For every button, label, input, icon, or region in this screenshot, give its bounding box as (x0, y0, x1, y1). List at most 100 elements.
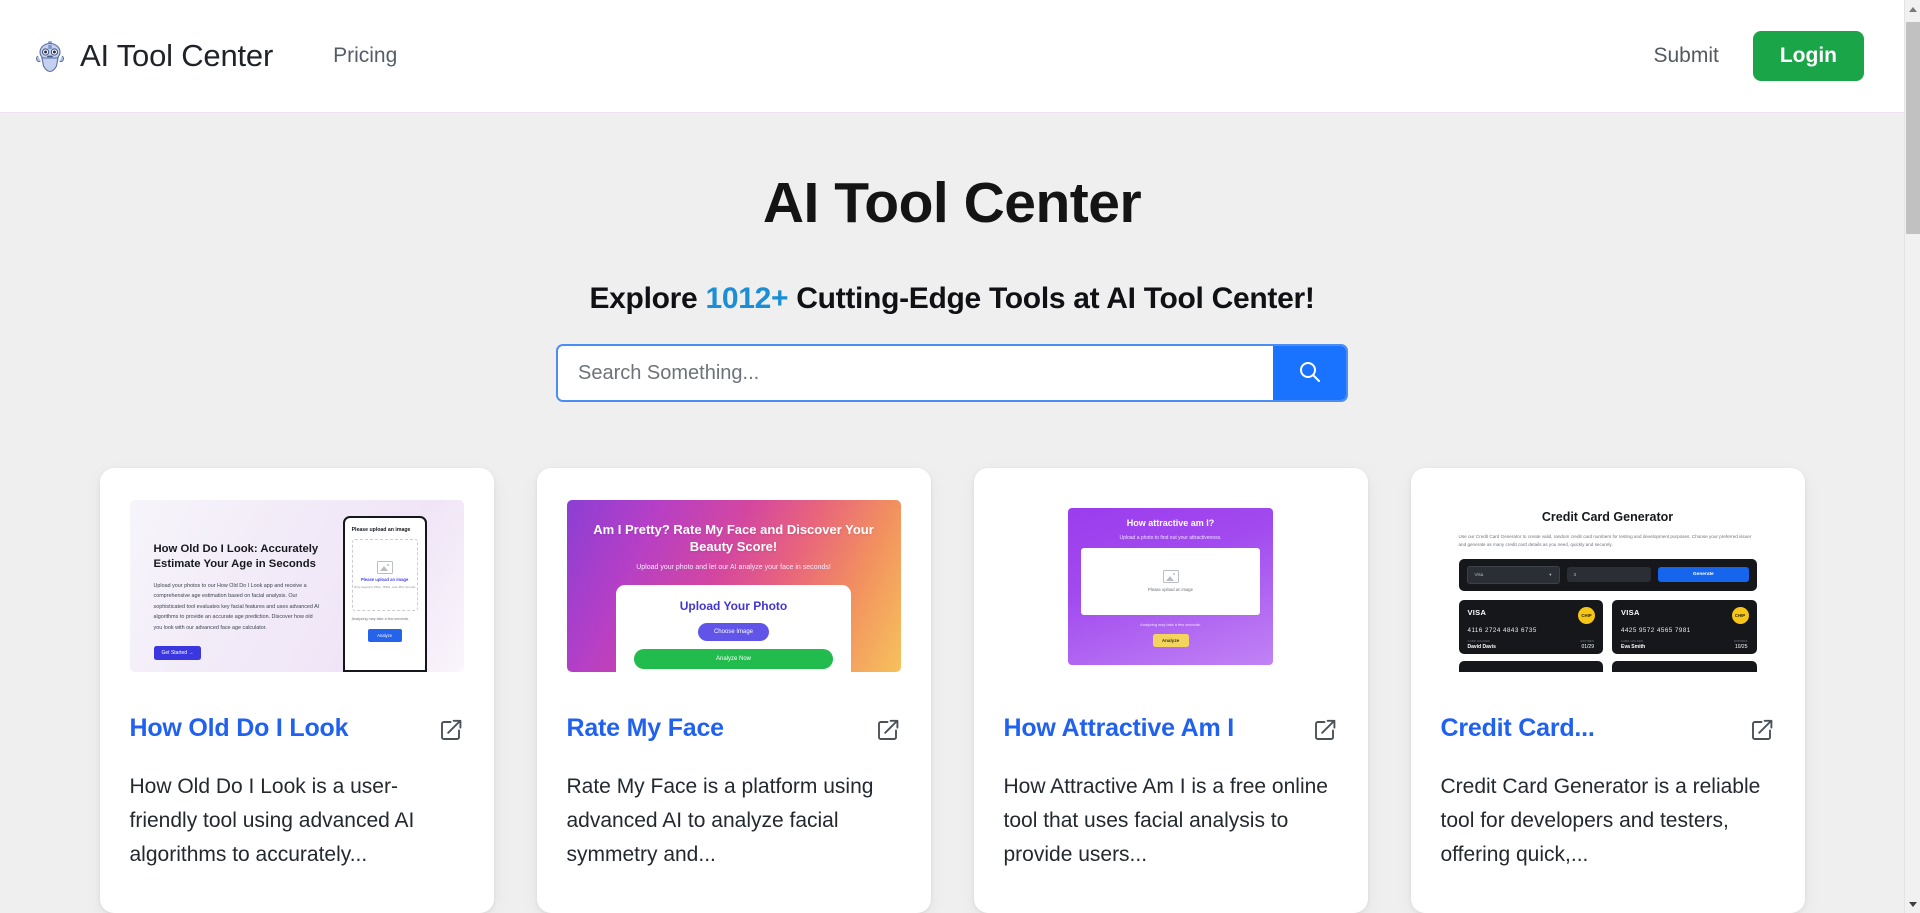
card-title[interactable]: Rate My Face (567, 714, 725, 743)
thumb-drop-title: Please upload an image (1148, 587, 1193, 592)
external-link-icon[interactable] (875, 717, 901, 748)
thumb-credit-card-partial (1612, 660, 1757, 672)
chip-icon: CHIP (1578, 606, 1595, 624)
external-link-icon[interactable] (438, 717, 464, 748)
thumb-heading: Credit Card Generator (1541, 510, 1674, 524)
image-placeholder-icon (1162, 570, 1179, 583)
card-title[interactable]: Credit Card... (1441, 714, 1595, 743)
thumb-note: Analyzing may take a few seconds. (351, 617, 410, 621)
card-expires-label: EXPIRES (1580, 639, 1594, 643)
search-input[interactable] (558, 346, 1273, 400)
card-holder-label: CARD HOLDER (1467, 639, 1490, 643)
tool-count: 1012+ (705, 282, 789, 315)
card-number: 4116 2724 4843 6735 (1467, 626, 1537, 634)
page-viewport: AI Tool Center Pricing Submit Login AI T… (0, 0, 1920, 913)
external-link-icon[interactable] (1749, 717, 1775, 748)
thumb-dropzone: Please upload an image (1081, 547, 1260, 615)
card-thumbnail: How Old Do I Look: Accurately Estimate Y… (129, 500, 464, 672)
thumb-drop-subtitle: Only supports PNG, JPEG, and JPG formats (353, 584, 416, 589)
thumb-panel-heading: Upload Your Photo (679, 599, 788, 614)
thumb-issuer-value: Visa (1474, 572, 1484, 578)
card-holder-label: CARD HOLDER (1621, 639, 1644, 643)
card-thumbnail: How attractive am I? Upload a photo to f… (1003, 500, 1338, 672)
thumb-card-list: VISA CHIP 4116 2724 4843 6735 CARD HOLDE… (1458, 599, 1757, 654)
thumb-quantity-input: 3 (1566, 567, 1652, 583)
nav-item-pricing[interactable]: Pricing (333, 44, 397, 68)
thumb-upload-panel: Upload Your Photo Choose Image Analyze N… (616, 585, 851, 672)
card-description: How Old Do I Look is a user-friendly too… (129, 775, 415, 867)
thumb-note: Analyzing may take a few seconds. (1140, 621, 1201, 627)
card-expires-value: 01/29 (1581, 643, 1594, 650)
card-title[interactable]: How Attractive Am I (1004, 714, 1235, 743)
hero-subtitle-before: Explore (589, 282, 706, 315)
tool-card-credit-card-generator[interactable]: Credit Card Generator Use our Credit Car… (1410, 468, 1805, 913)
page-scrollbar[interactable] (1904, 0, 1920, 913)
thumb-subheading: Upload a photo to find out your attracti… (1119, 534, 1222, 541)
chevron-down-icon: ▾ (1549, 571, 1552, 577)
card-holder-name: David Davis (1467, 643, 1496, 650)
hero-subtitle-after: Cutting-Edge Tools at AI Tool Center! (788, 282, 1315, 315)
main-nav: Pricing (333, 44, 397, 68)
tool-card-how-old-do-i-look[interactable]: How Old Do I Look: Accurately Estimate Y… (99, 468, 494, 913)
thumb-copy: How Old Do I Look: Accurately Estimate Y… (130, 500, 337, 672)
robot-icon (33, 39, 67, 73)
header-actions: Submit Login (1653, 31, 1864, 81)
thumb-credit-card-partial (1458, 660, 1603, 672)
thumb-choose-button: Choose Image (697, 623, 769, 642)
thumb-generate-button: Generate (1658, 567, 1749, 583)
card-description: Rate My Face is a platform using advance… (566, 775, 874, 867)
thumb-analyze-button: Analyze (1152, 633, 1189, 647)
card-title[interactable]: How Old Do I Look (130, 714, 349, 743)
scrollbar-thumb[interactable] (1906, 22, 1920, 234)
chip-icon: CHIP (1731, 606, 1749, 624)
hero-subtitle: Explore 1012+ Cutting-Edge Tools at AI T… (0, 282, 1904, 316)
card-brand: VISA (1621, 607, 1640, 617)
brand-title: AI Tool Center (80, 38, 274, 73)
hero-section: AI Tool Center Explore 1012+ Cutting-Edg… (0, 113, 1904, 402)
brand-logo[interactable]: AI Tool Center (33, 38, 273, 74)
thumb-subheading: Upload your photo and let our AI analyze… (636, 564, 831, 572)
card-description: How Attractive Am I is a free online too… (1003, 775, 1328, 867)
tool-card-grid: How Old Do I Look: Accurately Estimate Y… (0, 468, 1904, 913)
thumb-heading: How attractive am I? (1126, 517, 1215, 528)
site-header: AI Tool Center Pricing Submit Login (0, 0, 1904, 113)
thumb-cta-button: Get Started → (153, 646, 202, 661)
thumb-paragraph: Use our Credit Card Generator to create … (1458, 534, 1752, 548)
thumb-analyze-button: Analyze (367, 629, 402, 642)
thumb-card-list-overflow (1458, 660, 1757, 672)
thumb-panel-heading: Please upload an image (351, 527, 411, 533)
scroll-down-arrow-icon[interactable] (1905, 895, 1920, 913)
submit-link[interactable]: Submit (1653, 44, 1718, 68)
search-icon (1297, 359, 1323, 388)
card-thumbnail: Credit Card Generator Use our Credit Car… (1440, 500, 1775, 672)
tool-card-rate-my-face[interactable]: Am I Pretty? Rate My Face and Discover Y… (536, 468, 931, 913)
thumb-dropzone: Please upload an image Only supports PNG… (351, 539, 418, 611)
thumb-credit-card: VISA CHIP 4425 9572 4565 7981 CARD HOLDE… (1612, 599, 1757, 654)
thumb-issuer-select: Visa ▾ (1466, 565, 1560, 584)
thumb-heading: Am I Pretty? Rate My Face and Discover Y… (593, 522, 874, 554)
thumb-generator-controls: Visa ▾ 3 Generate (1458, 558, 1757, 591)
card-header: How Attractive Am I (1004, 714, 1338, 748)
card-header: Credit Card... (1441, 714, 1775, 748)
card-expires-label: EXPIRES (1734, 639, 1748, 643)
thumb-analyze-button: Analyze Now (634, 649, 833, 670)
card-thumbnail: Am I Pretty? Rate My Face and Discover Y… (566, 500, 901, 672)
thumb-heading: How Old Do I Look: Accurately Estimate Y… (153, 543, 319, 570)
thumb-drop-title: Please upload an image (360, 576, 409, 582)
login-button[interactable]: Login (1752, 31, 1864, 81)
search-bar (556, 344, 1348, 402)
card-header: Rate My Face (567, 714, 901, 748)
scroll-up-arrow-icon[interactable] (1905, 0, 1920, 18)
card-holder-name: Eva Smith (1621, 643, 1646, 650)
thumb-device-mockup: Please upload an image Please upload an … (337, 500, 464, 672)
card-number: 4425 9572 4565 7981 (1621, 626, 1691, 634)
card-description: Credit Card Generator is a reliable tool… (1440, 775, 1761, 867)
tool-card-how-attractive-am-i[interactable]: How attractive am I? Upload a photo to f… (973, 468, 1368, 913)
card-header: How Old Do I Look (130, 714, 464, 748)
search-button[interactable] (1273, 346, 1346, 400)
thumb-paragraph: Upload your photos to our How Old Do I L… (153, 582, 320, 631)
page-title: AI Tool Center (762, 171, 1142, 235)
external-link-icon[interactable] (1312, 717, 1338, 748)
image-placeholder-icon (376, 560, 393, 574)
card-brand: VISA (1467, 607, 1487, 617)
